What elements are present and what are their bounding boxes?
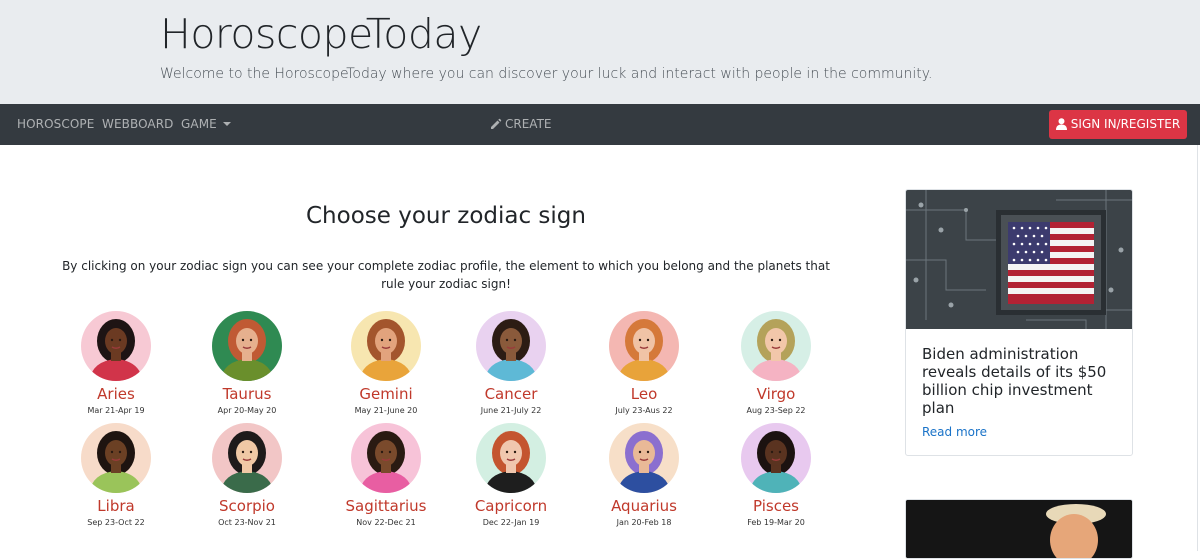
header-jumbotron: HoroscopeToday Welcome to the HoroscopeT… (0, 0, 1200, 104)
zodiac-name[interactable]: Virgo (716, 385, 836, 403)
navbar: HOROSCOPE WEBBOARD GAME CREATE (0, 104, 1200, 145)
nav-game-label: GAME (181, 117, 217, 131)
zodiac-sign-pisces[interactable]: Pisces Feb 19-Mar 20 (716, 423, 836, 527)
zodiac-avatar[interactable] (212, 311, 282, 381)
zodiac-sign-leo[interactable]: Leo July 23-Aus 22 (584, 311, 704, 415)
zodiac-dates: Jan 20-Feb 18 (616, 518, 672, 527)
zodiac-name[interactable]: Gemini (326, 385, 446, 403)
news-card-2[interactable] (905, 499, 1133, 559)
zodiac-name[interactable]: Cancer (451, 385, 571, 403)
page-title: Choose your zodiac sign (306, 203, 586, 229)
zodiac-avatar[interactable] (609, 311, 679, 381)
zodiac-name[interactable]: Libra (56, 497, 176, 515)
zodiac-avatar[interactable] (351, 311, 421, 381)
nav-horoscope-link[interactable]: HOROSCOPE (17, 117, 94, 131)
zodiac-sign-virgo[interactable]: Virgo Aug 23-Sep 22 (716, 311, 836, 415)
zodiac-dates: Dec 22-Jan 19 (482, 518, 540, 527)
zodiac-avatar[interactable] (351, 423, 421, 493)
pencil-icon (491, 118, 502, 129)
zodiac-name[interactable]: Aquarius (584, 497, 704, 515)
zodiac-avatar[interactable] (476, 423, 546, 493)
intro-text: By clicking on your zodiac sign you can … (62, 259, 830, 291)
zodiac-dates: Mar 21-Apr 19 (87, 406, 145, 415)
zodiac-sign-aquarius[interactable]: Aquarius Jan 20-Feb 18 (584, 423, 704, 527)
zodiac-sign-gemini[interactable]: Gemini May 21-June 20 (326, 311, 446, 415)
zodiac-sign-taurus[interactable]: Taurus Apr 20-May 20 (187, 311, 307, 415)
zodiac-dates: Sep 23-Oct 22 (87, 518, 145, 527)
zodiac-dates: Nov 22-Dec 21 (356, 518, 416, 527)
zodiac-name[interactable]: Aries (56, 385, 176, 403)
news-card-title[interactable]: Biden administration reveals details of … (922, 345, 1122, 417)
news-card[interactable]: Biden administration reveals details of … (905, 189, 1133, 456)
zodiac-name[interactable]: Scorpio (187, 497, 307, 515)
site-title: HoroscopeToday (160, 10, 482, 58)
nav-webboard-link[interactable]: WEBBOARD (102, 117, 174, 131)
zodiac-sign-sagittarius[interactable]: Sagittarius Nov 22-Dec 21 (326, 423, 446, 527)
zodiac-dates: July 23-Aus 22 (615, 406, 673, 415)
zodiac-dates: May 21-June 20 (354, 406, 418, 415)
zodiac-dates: Aug 23-Sep 22 (746, 406, 806, 415)
zodiac-dates: Feb 19-Mar 20 (747, 518, 805, 527)
zodiac-sign-capricorn[interactable]: Capricorn Dec 22-Jan 19 (451, 423, 571, 527)
caret-down-icon (222, 122, 231, 126)
sign-in-register-button[interactable]: SIGN IN/REGISTER (1049, 110, 1187, 139)
zodiac-avatar[interactable] (81, 311, 151, 381)
zodiac-avatar[interactable] (741, 311, 811, 381)
zodiac-avatar[interactable] (81, 423, 151, 493)
zodiac-avatar[interactable] (741, 423, 811, 493)
news-image-portrait (906, 500, 1132, 558)
zodiac-name[interactable]: Leo (584, 385, 704, 403)
page-divider (1197, 145, 1198, 551)
nav-create-link[interactable]: CREATE (490, 117, 552, 131)
news-image-chip-flag (906, 190, 1132, 329)
zodiac-dates: Apr 20-May 20 (217, 406, 277, 415)
zodiac-avatar[interactable] (476, 311, 546, 381)
user-icon (1055, 118, 1067, 130)
zodiac-avatar[interactable] (609, 423, 679, 493)
zodiac-avatar[interactable] (212, 423, 282, 493)
nav-game-dropdown[interactable]: GAME (181, 117, 231, 131)
zodiac-dates: June 21-July 22 (480, 406, 542, 415)
zodiac-name[interactable]: Taurus (187, 385, 307, 403)
sign-in-register-label: SIGN IN/REGISTER (1070, 117, 1181, 131)
news-card-read-more-link[interactable]: Read more (922, 425, 987, 439)
zodiac-dates: Oct 23-Nov 21 (218, 518, 276, 527)
zodiac-sign-scorpio[interactable]: Scorpio Oct 23-Nov 21 (187, 423, 307, 527)
zodiac-name[interactable]: Sagittarius (326, 497, 446, 515)
zodiac-sign-cancer[interactable]: Cancer June 21-July 22 (451, 311, 571, 415)
zodiac-name[interactable]: Pisces (716, 497, 836, 515)
nav-create-label: CREATE (505, 117, 552, 131)
zodiac-sign-aries[interactable]: Aries Mar 21-Apr 19 (56, 311, 176, 415)
site-subtitle: Welcome to the HoroscopeToday where you … (160, 66, 933, 82)
zodiac-name[interactable]: Capricorn (451, 497, 571, 515)
zodiac-sign-libra[interactable]: Libra Sep 23-Oct 22 (56, 423, 176, 527)
